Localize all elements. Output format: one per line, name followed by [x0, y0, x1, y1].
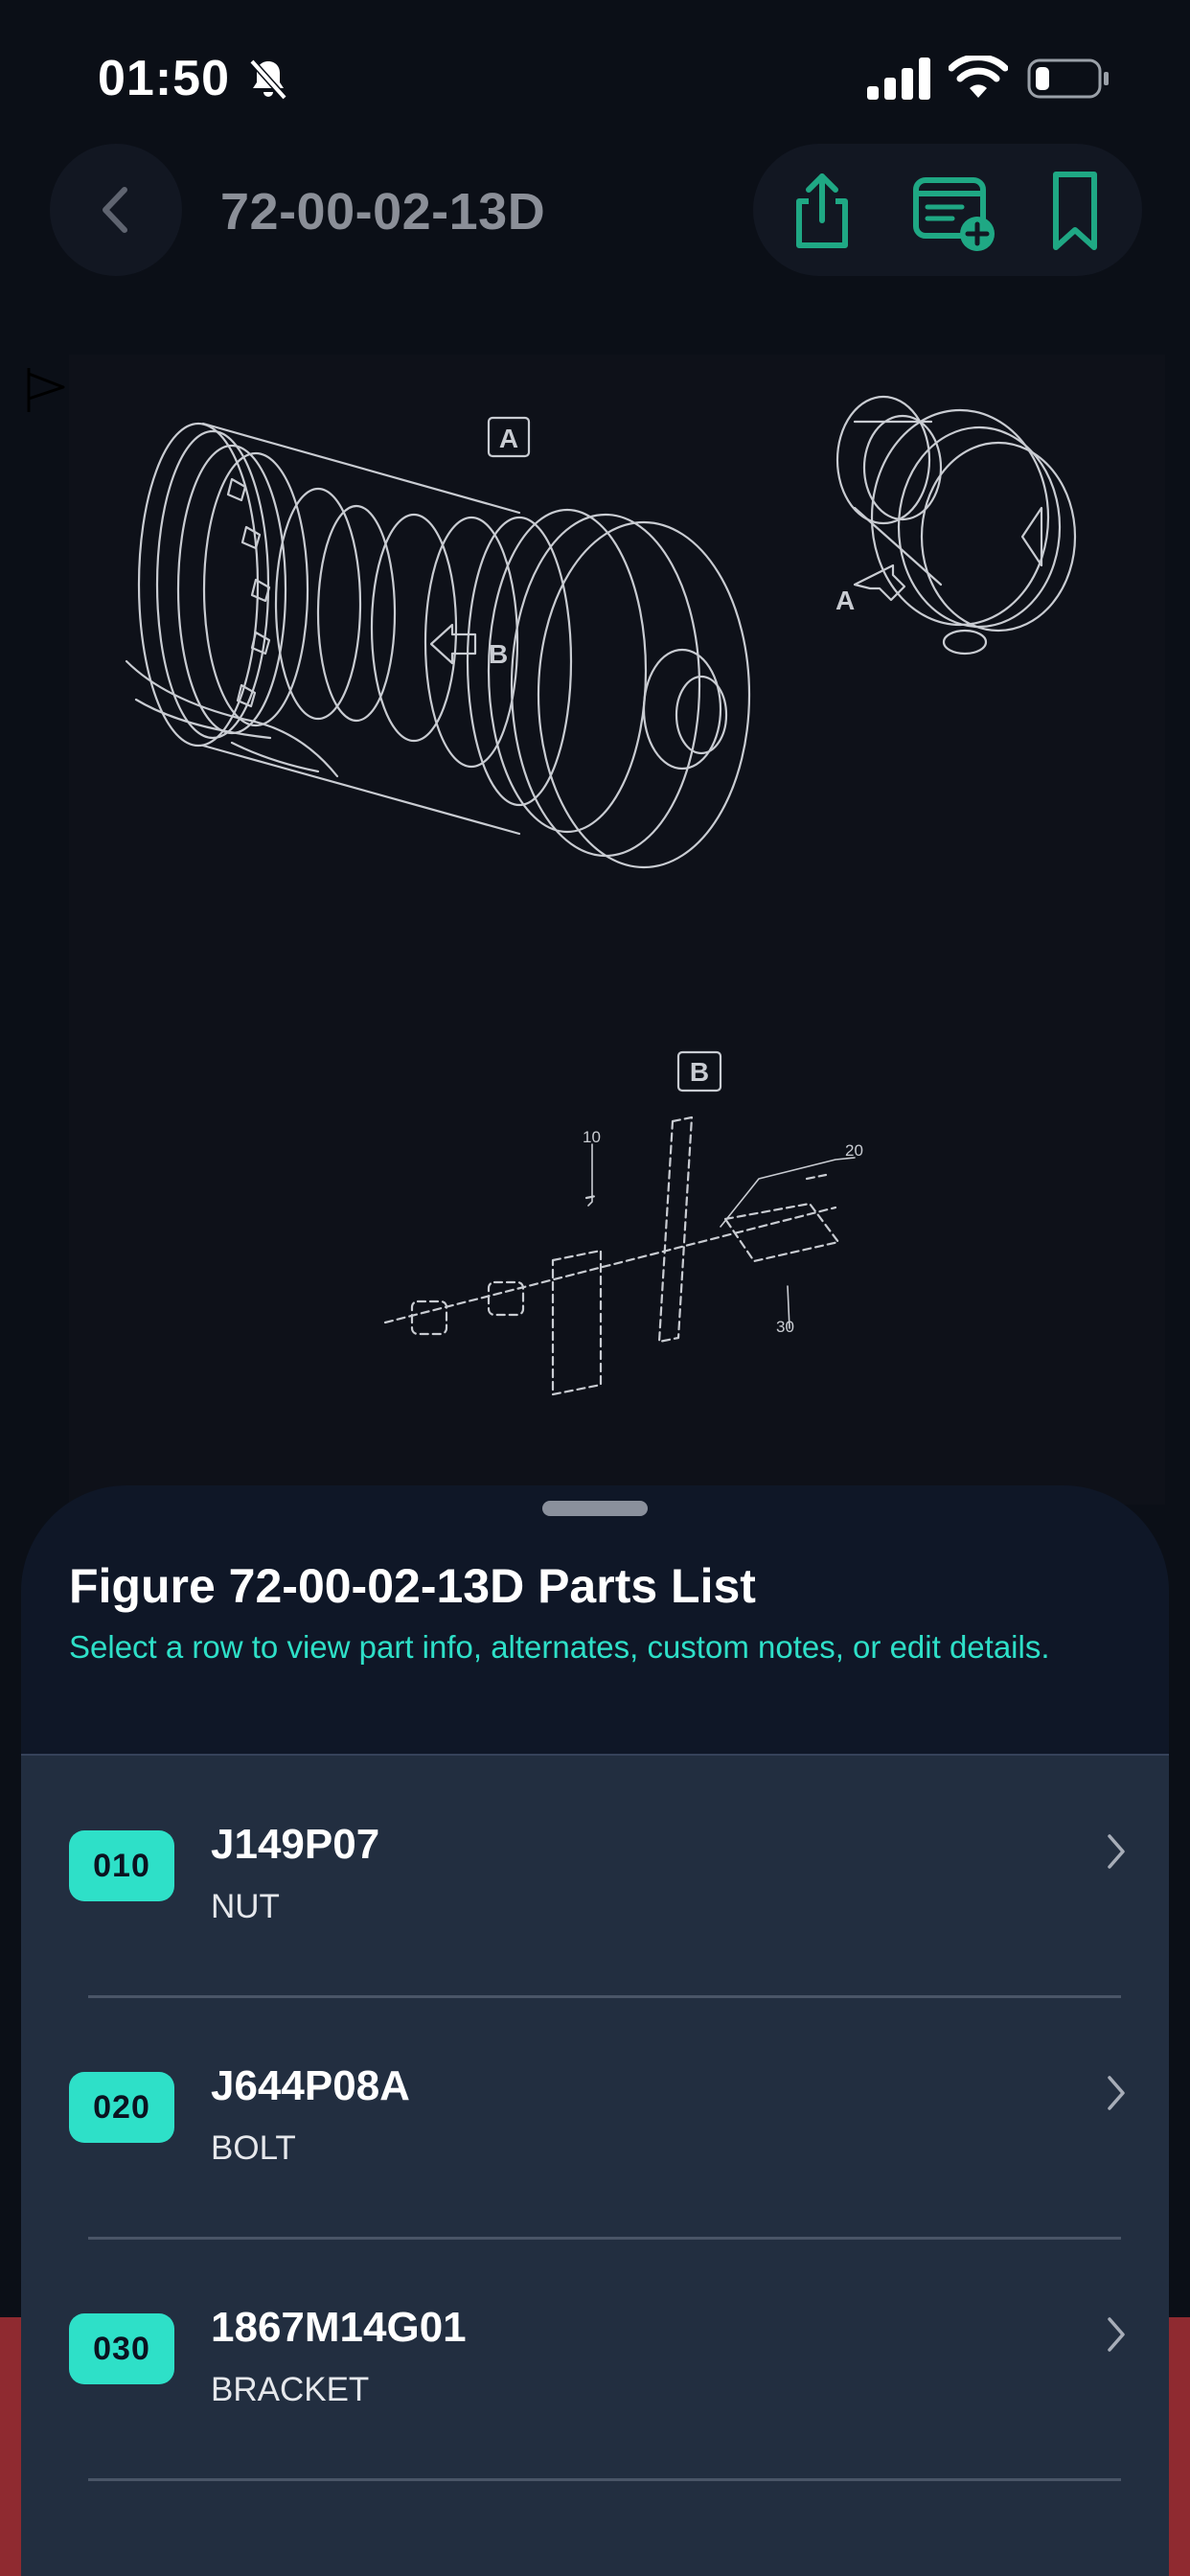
page-title: 72-00-02-13D — [220, 183, 546, 241]
screen: 01:50 72-00-02-13D A B B A 10 20 30 Figu… — [0, 0, 1190, 2576]
engine-inset-view — [835, 395, 1077, 656]
callout-arrow-b: B — [489, 639, 508, 669]
background-accent-left — [0, 2317, 21, 2576]
callout-view-a: A — [499, 424, 518, 453]
callout-view-b: B — [690, 1057, 709, 1087]
diagram-drawing: A B B A 10 20 30 — [125, 395, 1077, 1396]
item-number-badge: 010 — [69, 1830, 174, 1901]
status-time: 01:50 — [98, 51, 230, 106]
status-bar: 01:50 — [0, 0, 1190, 144]
part-description: BOLT — [211, 2129, 296, 2167]
engine-main-view — [125, 422, 751, 869]
wifi-icon — [949, 56, 1008, 98]
chevron-right-icon — [1108, 2317, 1125, 2352]
part-number: J644P08A — [211, 2062, 410, 2109]
leader-lines — [587, 1143, 856, 1329]
arrow-a — [853, 564, 906, 602]
parts-list-sheet: Figure 72-00-02-13D Parts List Select a … — [21, 1485, 1169, 2576]
header-actions — [753, 144, 1142, 276]
add-note-icon[interactable] — [906, 163, 1002, 259]
diagram-label-30: 30 — [776, 1318, 794, 1336]
share-icon[interactable] — [774, 163, 870, 259]
back-button[interactable] — [50, 144, 182, 276]
item-number-badge: 030 — [69, 2313, 174, 2384]
part-number: 1867M14G01 — [211, 2304, 467, 2351]
cellular-signal-icon — [867, 58, 930, 100]
chevron-left-icon — [103, 187, 127, 233]
part-number: J149P07 — [211, 1821, 380, 1868]
flag-marker-icon[interactable] — [25, 366, 69, 414]
diagram-label-10: 10 — [583, 1128, 601, 1146]
row-divider — [88, 2478, 1121, 2481]
sheet-subtitle: Select a row to view part info, alternat… — [69, 1629, 1050, 1665]
background-accent-right — [1169, 2317, 1190, 2576]
part-description: BRACKET — [211, 2371, 370, 2408]
detail-b-view — [383, 1116, 840, 1396]
parts-row-030[interactable]: 030 1867M14G01 BRACKET — [21, 2239, 1169, 2478]
exploded-parts-diagram[interactable]: A B B A 10 20 30 — [69, 355, 1165, 1505]
item-number-badge: 020 — [69, 2072, 174, 2143]
bookmark-icon[interactable] — [1027, 163, 1123, 259]
parts-row-020[interactable]: 020 J644P08A BOLT — [21, 1997, 1169, 2237]
chevron-right-icon — [1108, 2076, 1125, 2110]
part-description: NUT — [211, 1888, 280, 1925]
sheet-grabber[interactable] — [542, 1501, 648, 1516]
bell-slash-icon — [249, 58, 287, 101]
battery-icon — [1027, 58, 1109, 99]
callout-arrow-a: A — [835, 586, 855, 615]
parts-list: 010 J149P07 NUT 020 J644P08A BOLT 030 18… — [21, 1754, 1169, 2576]
parts-row-010[interactable]: 010 J149P07 NUT — [21, 1756, 1169, 1995]
diagram-label-20: 20 — [845, 1141, 863, 1160]
chevron-right-icon — [1108, 1834, 1125, 1869]
sheet-title: Figure 72-00-02-13D Parts List — [69, 1559, 756, 1613]
